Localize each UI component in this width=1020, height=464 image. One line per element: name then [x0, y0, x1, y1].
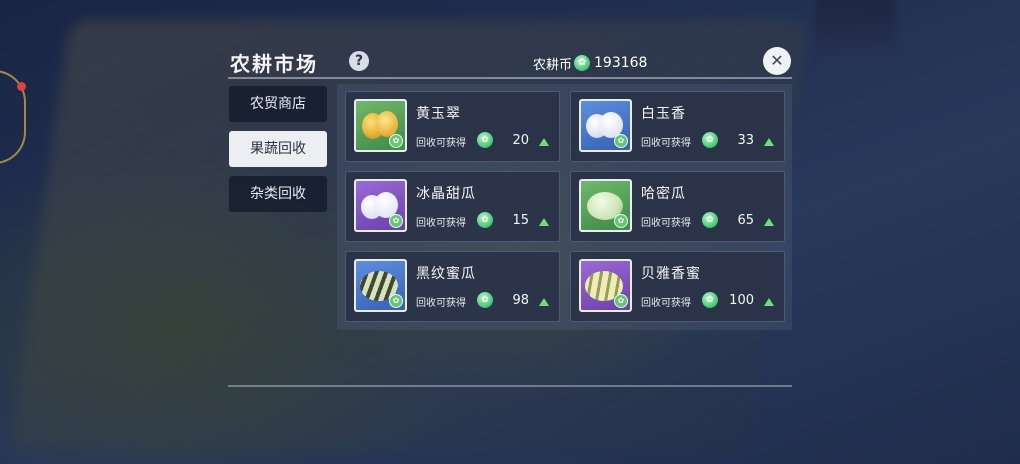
item-name: 白玉香 — [641, 106, 686, 122]
background-structure — [815, 0, 895, 70]
reward-value: 98 — [512, 293, 529, 308]
reward-label: 回收可获得 — [416, 138, 466, 149]
coin-balance: 农耕币 ✿ 193168 — [533, 52, 647, 74]
item-card-white-melon[interactable]: ✿ 白玉香 回收可获得 ✿ 33 — [570, 91, 785, 162]
item-card-black-striped-melon[interactable]: ✿ 黑纹蜜瓜 回收可获得 ✿ 98 — [345, 251, 560, 322]
yellow-melon-icon: ✿ — [354, 99, 407, 152]
white-melon-icon: ✿ — [579, 99, 632, 152]
coin-icon: ✿ — [477, 132, 493, 148]
coin-icon: ✿ — [477, 212, 493, 228]
reward-value: 33 — [737, 133, 754, 148]
item-name: 哈密瓜 — [641, 186, 686, 202]
item-name: 贝雅香蜜 — [641, 266, 701, 282]
coin-icon: ✿ — [702, 132, 718, 148]
reward-label: 回收可获得 — [641, 218, 691, 229]
coin-icon: ✿ — [574, 55, 591, 71]
beiya-melon-icon: ✿ — [579, 259, 632, 312]
crystal-melon-icon: ✿ — [354, 179, 407, 232]
coin-icon: ✿ — [702, 212, 718, 228]
notification-dot — [17, 82, 26, 91]
black-striped-melon-icon: ✿ — [354, 259, 407, 312]
reward-label: 回收可获得 — [641, 298, 691, 309]
reward-label: 回收可获得 — [416, 218, 466, 229]
reward-label: 回收可获得 — [641, 138, 691, 149]
item-card-beiya-melon[interactable]: ✿ 贝雅香蜜 回收可获得 ✿ 100 — [570, 251, 785, 322]
item-card-crystal-melon[interactable]: ✿ 冰晶甜瓜 回收可获得 ✿ 15 — [345, 171, 560, 242]
item-card-hami-melon[interactable]: ✿ 哈密瓜 回收可获得 ✿ 65 — [570, 171, 785, 242]
close-button[interactable]: ✕ — [763, 47, 791, 75]
price-up-icon — [539, 298, 549, 306]
item-name: 黄玉翠 — [416, 106, 461, 122]
header-divider — [228, 77, 792, 79]
item-name: 黑纹蜜瓜 — [416, 266, 476, 282]
price-up-icon — [539, 138, 549, 146]
reward-value: 65 — [737, 213, 754, 228]
coin-icon: ✿ — [477, 292, 493, 308]
item-name: 冰晶甜瓜 — [416, 186, 476, 202]
help-icon[interactable]: ? — [349, 51, 369, 71]
price-up-icon — [764, 138, 774, 146]
coin-value: 193168 — [594, 55, 648, 71]
tab-farm-shop[interactable]: 农贸商店 — [229, 86, 327, 122]
reward-value: 15 — [512, 213, 529, 228]
reward-value: 20 — [512, 133, 529, 148]
hami-melon-icon: ✿ — [579, 179, 632, 232]
item-card-yellow-melon[interactable]: ✿ 黄玉翠 回收可获得 ✿ 20 — [345, 91, 560, 162]
price-up-icon — [539, 218, 549, 226]
reward-value: 100 — [729, 293, 754, 308]
coin-label: 农耕币 — [533, 57, 573, 73]
coin-icon: ✿ — [702, 292, 718, 308]
price-up-icon — [764, 218, 774, 226]
tab-produce-recycle[interactable]: 果蔬回收 — [229, 131, 327, 167]
footer-divider — [228, 385, 792, 387]
reward-label: 回收可获得 — [416, 298, 466, 309]
price-up-icon — [764, 298, 774, 306]
tab-misc-recycle[interactable]: 杂类回收 — [229, 176, 327, 212]
page-title: 农耕市场 — [230, 52, 318, 76]
